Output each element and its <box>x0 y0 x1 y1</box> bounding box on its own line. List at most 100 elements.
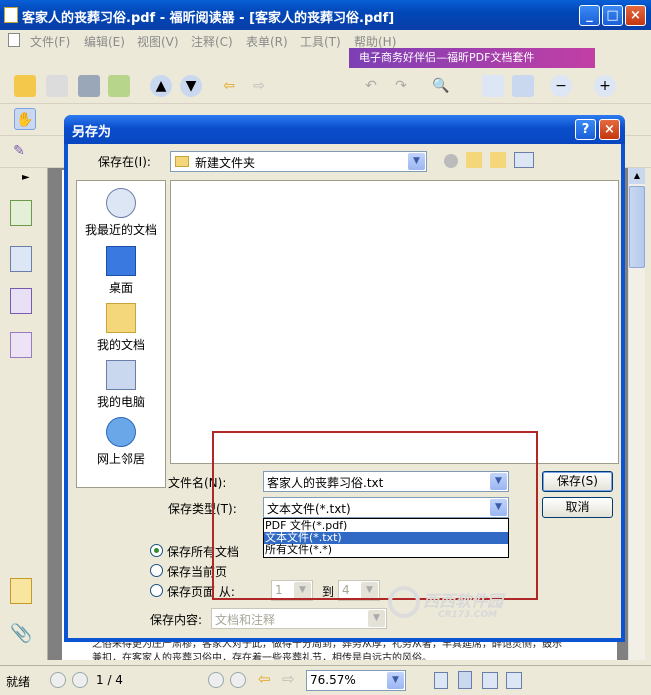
radio-save-range[interactable] <box>150 584 163 597</box>
redo-icon[interactable]: ↷ <box>390 75 412 97</box>
minimize-button[interactable]: _ <box>579 5 600 26</box>
scroll-thumb[interactable] <box>629 186 645 268</box>
recent-docs-icon <box>106 188 136 218</box>
prev-page-icon[interactable]: ▲ <box>150 75 172 97</box>
hand-tool-icon[interactable]: ✋ <box>14 108 36 130</box>
view-menu-icon[interactable] <box>514 152 534 168</box>
last-page-icon[interactable] <box>230 672 246 688</box>
place-label: 我的电脑 <box>96 395 145 409</box>
back-icon[interactable]: ⇦ <box>218 75 240 97</box>
facing-view-icon[interactable] <box>482 672 498 689</box>
attachments-icon[interactable]: 📎 <box>10 623 32 649</box>
menu-tools[interactable]: 工具(T) <box>300 33 341 50</box>
document-text-line: 兼扣，在客家人的丧葬习俗中，存在着一些丧葬礼节，相传是自远古的风俗。 <box>92 653 432 660</box>
window-titlebar: 客家人的丧葬习俗.pdf - 福昕阅读器 - [客家人的丧葬习俗.pdf] _ … <box>0 0 651 30</box>
maximize-button[interactable]: □ <box>602 5 623 26</box>
navigation-panel: ► 📎 <box>0 168 48 660</box>
email-icon[interactable] <box>108 75 130 97</box>
content-value: 文档和注释 <box>215 613 276 627</box>
bookmarks-icon[interactable] <box>10 200 32 226</box>
status-bar: 就绪 1 / 4 ⇦ ⇨ 76.57% ▼ <box>0 665 651 695</box>
dialog-titlebar: 另存为 ? × <box>64 115 625 144</box>
dialog-close-button[interactable]: × <box>599 119 620 140</box>
pages-icon[interactable] <box>10 246 32 272</box>
continuous-view-icon[interactable] <box>458 671 472 689</box>
zoom-select[interactable]: 76.57% ▼ <box>306 670 406 691</box>
annotations-icon[interactable] <box>10 288 32 314</box>
close-button[interactable]: × <box>625 5 646 26</box>
vertical-scrollbar[interactable]: ▲ <box>628 168 645 660</box>
place-my-computer[interactable]: 我的电脑 <box>77 357 165 414</box>
save-icon[interactable] <box>46 75 68 97</box>
place-label: 网上邻居 <box>96 452 145 466</box>
status-text: 就绪 <box>6 675 31 689</box>
zoom-value: 76.57% <box>310 673 356 687</box>
save-in-label: 保存在(I): <box>98 155 151 169</box>
help-button[interactable]: ? <box>575 119 596 140</box>
my-computer-icon <box>106 360 136 390</box>
app-icon <box>4 7 18 23</box>
prev-page-button[interactable] <box>72 672 88 688</box>
file-list[interactable] <box>170 180 619 464</box>
cancel-button[interactable]: 取消 <box>542 497 613 518</box>
promo-banner[interactable]: 电子商务好伴侣—福昕PDF文档套件 <box>349 48 595 68</box>
expand-panel-icon[interactable]: ► <box>22 172 30 183</box>
highlight-rectangle <box>212 431 538 600</box>
fit-width-icon[interactable] <box>512 75 534 97</box>
single-page-view-icon[interactable] <box>434 672 448 689</box>
place-network[interactable]: 网上邻居 <box>77 414 165 471</box>
back-arrow-icon[interactable]: ⇦ <box>258 670 271 688</box>
dialog-title: 另存为 <box>72 125 112 140</box>
zoom-out-icon[interactable]: − <box>550 75 572 97</box>
layers-icon[interactable] <box>10 332 32 358</box>
save-in-select[interactable]: 新建文件夹 ▼ <box>170 151 427 172</box>
fit-page-icon[interactable] <box>482 75 504 97</box>
watermark-logo-icon <box>388 586 420 618</box>
watermark-sub: CR173.COM <box>438 610 497 620</box>
network-places-icon <box>106 417 136 447</box>
radio-save-all[interactable] <box>150 544 163 557</box>
desktop-icon <box>106 246 136 276</box>
menu-bar: 文件(F) 编辑(E) 视图(V) 注释(C) 表单(R) 工具(T) 帮助(H… <box>0 30 651 50</box>
continuous-facing-view-icon[interactable] <box>506 672 522 689</box>
place-label: 我最近的文档 <box>84 223 157 237</box>
menu-file[interactable]: 文件(F) <box>30 33 70 50</box>
place-label: 我的文档 <box>96 338 145 352</box>
place-desktop[interactable]: 桌面 <box>77 243 165 300</box>
window-title: 客家人的丧葬习俗.pdf - 福昕阅读器 - [客家人的丧葬习俗.pdf] <box>22 11 395 26</box>
undo-icon[interactable]: ↶ <box>360 75 382 97</box>
zoom-in-icon[interactable]: + <box>594 75 616 97</box>
chevron-down-icon: ▼ <box>368 610 385 627</box>
next-page-button[interactable] <box>208 672 224 688</box>
place-my-documents[interactable]: 我的文档 <box>77 300 165 357</box>
chevron-down-icon[interactable]: ▼ <box>408 153 425 170</box>
place-recent[interactable]: 我最近的文档 <box>77 185 165 242</box>
comments-icon[interactable] <box>10 578 32 604</box>
first-page-icon[interactable] <box>50 672 66 688</box>
place-label: 桌面 <box>108 281 133 295</box>
radio-save-current[interactable] <box>150 564 163 577</box>
content-select[interactable]: 文档和注释 ▼ <box>211 608 387 629</box>
scroll-up-arrow[interactable]: ▲ <box>629 168 645 184</box>
up-folder-icon[interactable] <box>466 152 482 168</box>
page-number-field[interactable]: 1 / 4 <box>96 673 123 687</box>
content-label: 保存内容: <box>150 613 203 627</box>
menu-form[interactable]: 表单(R) <box>246 33 288 50</box>
new-folder-icon[interactable] <box>490 152 506 168</box>
save-button[interactable]: 保存(S) <box>542 471 613 492</box>
open-icon[interactable] <box>14 75 36 97</box>
next-page-icon[interactable]: ▼ <box>180 75 202 97</box>
chevron-down-icon[interactable]: ▼ <box>387 672 404 689</box>
forward-icon[interactable]: ⇨ <box>248 75 270 97</box>
zoom-icon[interactable]: 🔍 <box>430 75 452 97</box>
folder-icon <box>175 156 189 167</box>
menu-view[interactable]: 视图(V) <box>137 33 179 50</box>
menu-edit[interactable]: 编辑(E) <box>84 33 125 50</box>
site-watermark: 西西软件园 CR173.COM <box>388 586 503 620</box>
print-icon[interactable] <box>78 75 100 97</box>
annotation-tool-icon[interactable]: ✎ <box>8 140 30 162</box>
forward-arrow-icon[interactable]: ⇨ <box>282 670 295 688</box>
back-folder-icon[interactable] <box>444 154 458 168</box>
select-text-icon[interactable] <box>44 108 66 130</box>
menu-comment[interactable]: 注释(C) <box>191 33 233 50</box>
